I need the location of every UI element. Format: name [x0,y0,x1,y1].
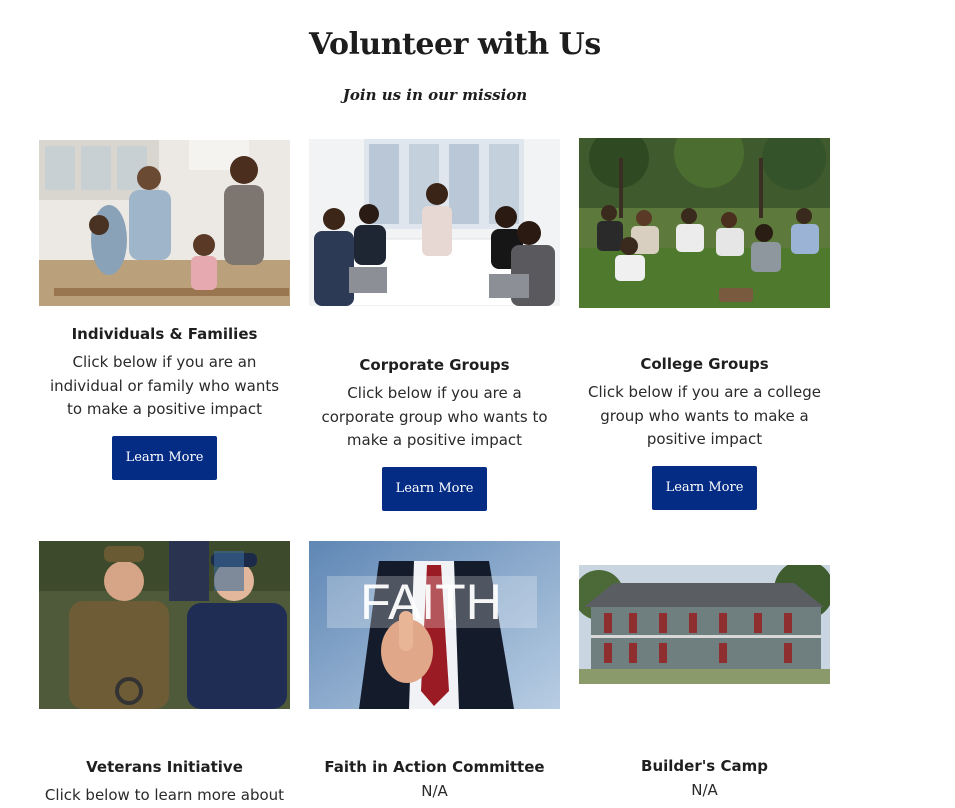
card-description: Click below to learn more about [44,786,285,804]
card-college-groups: College Groups Click below if you are a … [579,138,830,510]
card-faith-in-action: FAITH Faith in Action Committee N/A [309,541,560,804]
card-description: Click below if you are a college group w… [588,383,821,448]
card-title: Builder's Camp [641,757,768,775]
office-team-photo [309,139,560,306]
card-title: College Groups [640,355,769,373]
card-title: Corporate Groups [359,356,510,374]
card-description: N/A [691,781,718,799]
veterans-photo [39,541,290,709]
card-title: Veterans Initiative [86,758,243,776]
card-description: Click below if you are an individual or … [49,353,280,418]
card-title: Individuals & Families [71,325,258,343]
wooden-house-photo [579,565,830,684]
faith-image-text: FAITH [360,574,502,630]
card-description: Click below if you are a corporate group… [321,384,548,449]
card-corporate-groups: Corporate Groups Click below if you are … [309,139,560,511]
card-veterans-initiative: Veterans Initiative Click below to learn… [39,541,290,808]
page-subtitle: Join us in our mission [342,86,528,104]
card-builders-camp: Builder's Camp N/A [579,565,830,803]
card-description: N/A [421,782,448,800]
family-cooking-photo [39,140,290,306]
students-on-lawn-photo [579,138,830,308]
learn-more-button[interactable]: Learn More [382,466,487,511]
learn-more-button[interactable]: Learn More [112,435,217,480]
learn-more-button[interactable]: Learn More [652,465,757,510]
faith-touchscreen-photo: FAITH [309,541,560,709]
page-title: Volunteer with Us [309,27,601,62]
card-title: Faith in Action Committee [324,758,545,776]
card-individuals-families: Individuals & Families Click below if yo… [39,140,290,480]
